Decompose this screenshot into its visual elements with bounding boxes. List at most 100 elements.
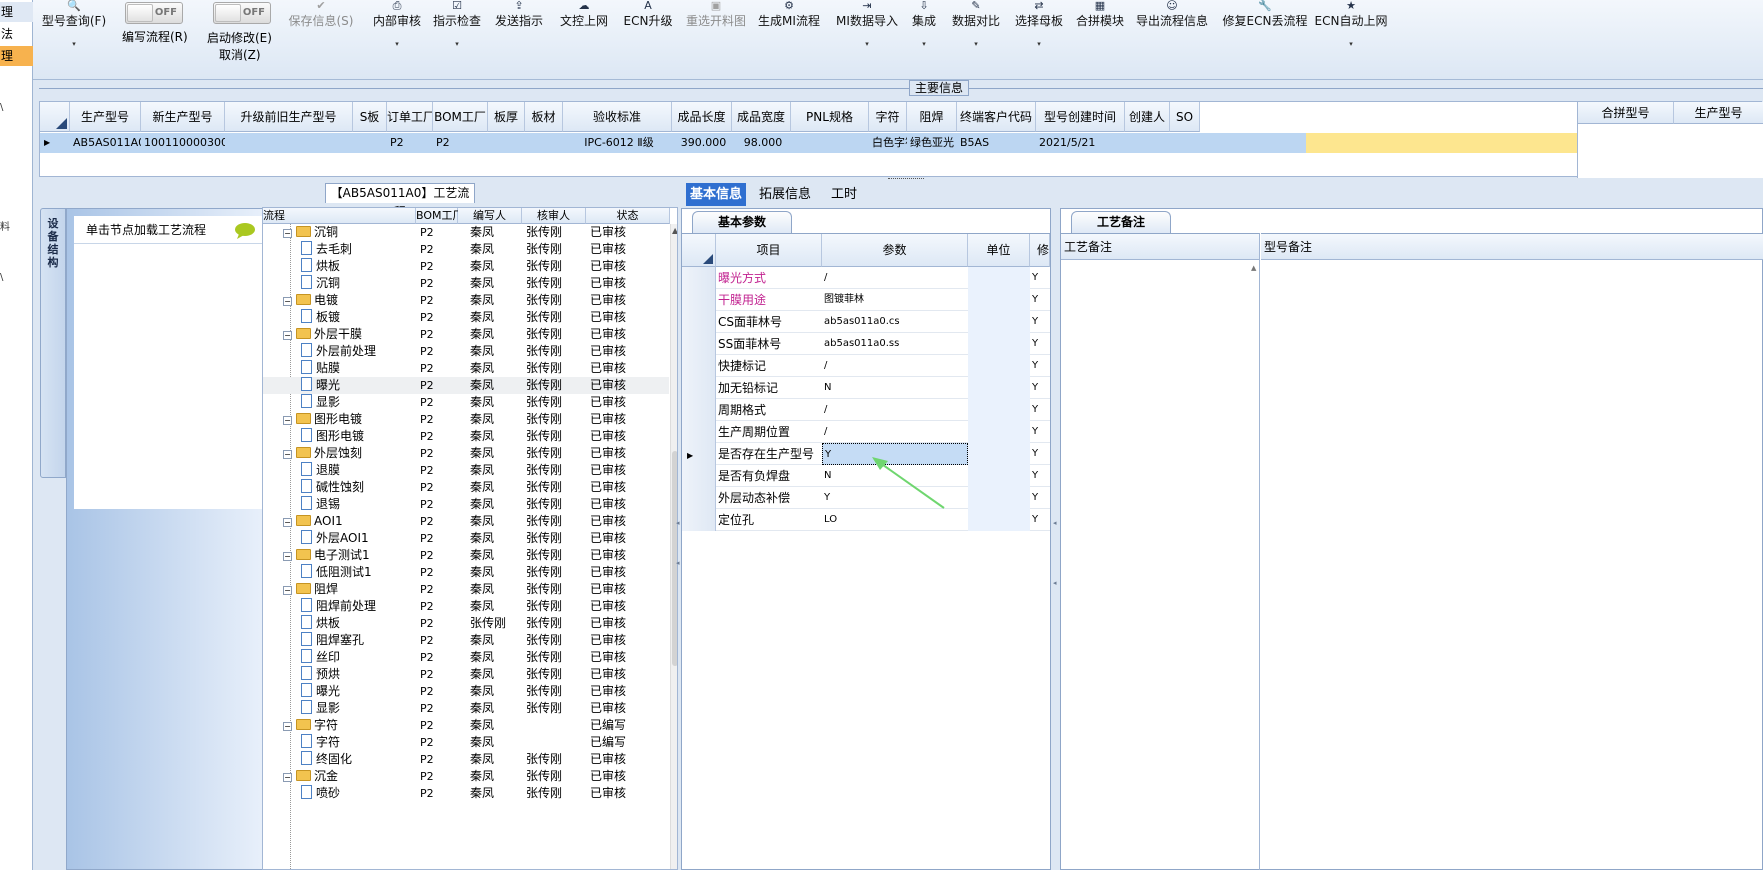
param-value-cell[interactable]: ab5as011a0.cs xyxy=(822,311,968,333)
toolbar-button-wrench[interactable]: 🔧 修复ECN丢流程 xyxy=(1220,0,1310,29)
main-col-header[interactable]: 验收标准 xyxy=(563,102,672,132)
main-col-header[interactable]: SO xyxy=(1170,102,1200,132)
splitter-grip-icon[interactable]: ◂ xyxy=(676,520,680,527)
param-value-cell[interactable]: / xyxy=(822,355,968,377)
param-unit-cell[interactable] xyxy=(968,509,1030,531)
tab-extended-info[interactable]: 拓展信息 xyxy=(753,183,817,206)
toolbar-button-grid[interactable]: ▦ 合拼模块 xyxy=(1072,0,1128,29)
tab-work-hours[interactable]: 工时 xyxy=(822,183,866,206)
flow-row[interactable]: − 电镀 P2 秦凤 张传刚 已审核 xyxy=(263,292,669,309)
left-nav-item-active[interactable]: 理 xyxy=(0,46,33,66)
param-modify-cell[interactable]: Y xyxy=(1030,289,1050,311)
toolbar-button-search[interactable]: 🔍 型号查询(F) ▾ xyxy=(37,0,111,59)
main-cell[interactable] xyxy=(525,133,563,153)
horizontal-splitter-grip[interactable] xyxy=(888,178,924,181)
param-value-cell[interactable]: / xyxy=(822,421,968,443)
flow-row[interactable]: − 沉金 P2 秦凤 张传刚 已审核 xyxy=(263,768,669,785)
main-cell[interactable]: 98.000 xyxy=(732,133,791,153)
param-row[interactable]: 快捷标记 / Y xyxy=(682,355,1050,377)
collapse-icon[interactable]: − xyxy=(283,552,292,561)
param-row[interactable]: 干膜用途 图镀菲林 Y xyxy=(682,289,1050,311)
collapse-icon[interactable]: − xyxy=(283,773,292,782)
main-col-header[interactable]: PNL规格 xyxy=(791,102,869,132)
flow-col-header[interactable]: 核审人 xyxy=(522,208,586,224)
chevron-down-icon[interactable]: ▾ xyxy=(37,29,111,59)
flow-row[interactable]: 阻焊前处理 P2 秦凤 张传刚 已审核 xyxy=(263,598,669,615)
main-col-header[interactable]: 新生产型号 xyxy=(141,102,225,132)
param-unit-cell[interactable] xyxy=(968,311,1030,333)
param-unit-cell[interactable] xyxy=(968,333,1030,355)
modify-column-header[interactable]: 修 xyxy=(1030,234,1050,267)
left-nav-item[interactable]: 法 xyxy=(0,24,33,44)
param-modify-cell[interactable]: Y xyxy=(1030,377,1050,399)
main-cell[interactable]: P2 xyxy=(387,133,433,153)
main-cell[interactable]: 390.000 xyxy=(672,133,732,153)
flow-row[interactable]: 去毛刺 P2 秦凤 张传刚 已审核 xyxy=(263,241,669,258)
flow-col-header[interactable]: 编写人 xyxy=(458,208,522,224)
chevron-down-icon[interactable]: ▾ xyxy=(948,29,1004,59)
collapse-icon[interactable]: − xyxy=(283,518,292,527)
flow-col-header[interactable]: BOM工厂 xyxy=(416,208,464,224)
tab-basic-info[interactable]: 基本信息 xyxy=(686,183,746,206)
main-cell[interactable]: IPC-6012 Ⅱ级 xyxy=(563,133,672,153)
main-cell[interactable]: P2 xyxy=(433,133,488,153)
main-cell[interactable] xyxy=(225,133,353,153)
param-modify-cell[interactable]: Y xyxy=(1030,443,1050,465)
param-row[interactable]: 加无铅标记 N Y xyxy=(682,377,1050,399)
main-cell[interactable] xyxy=(353,133,387,153)
main-col-header[interactable]: 生产型号 xyxy=(70,102,141,132)
param-value-cell[interactable]: ab5as011a0.ss xyxy=(822,333,968,355)
main-col-header[interactable]: 创建人 xyxy=(1125,102,1170,132)
toolbar-button-check[interactable]: ☑ 指示检查 ▾ xyxy=(431,0,483,59)
flow-row[interactable]: 低阻测试1 P2 秦凤 张传刚 已审核 xyxy=(263,564,669,581)
splitter-grip-icon[interactable]: ◂ xyxy=(1053,520,1057,527)
param-modify-cell[interactable]: Y xyxy=(1030,465,1050,487)
main-col-header[interactable]: 阻焊 xyxy=(907,102,957,132)
param-modify-cell[interactable]: Y xyxy=(1030,311,1050,333)
flow-row[interactable]: − 字符 P2 秦凤 已编写 xyxy=(263,717,669,734)
param-value-cell[interactable]: / xyxy=(822,399,968,421)
param-modify-cell[interactable]: Y xyxy=(1030,487,1050,509)
flow-row[interactable]: 显影 P2 秦凤 张传刚 已审核 xyxy=(263,700,669,717)
flow-row[interactable]: 烘板 P2 张传刚 张传刚 已审核 xyxy=(263,615,669,632)
speech-bubble-icon[interactable] xyxy=(234,222,256,240)
flow-row[interactable]: 曝光 P2 秦凤 张传刚 已审核 xyxy=(263,377,669,394)
param-unit-cell[interactable] xyxy=(968,399,1030,421)
flow-row[interactable]: 终固化 P2 秦凤 张传刚 已审核 xyxy=(263,751,669,768)
toolbar-button-cloud-upload[interactable]: ☁ 文控上网 xyxy=(557,0,611,29)
process-notes-area[interactable]: 工艺备注 ▲ xyxy=(1061,233,1260,870)
main-col-header[interactable]: 字符 xyxy=(869,102,907,132)
toolbar-button-gears[interactable]: ⚙ 生成MI流程 xyxy=(755,0,823,29)
param-column-header[interactable]: 参数 xyxy=(822,234,968,267)
merge-production-model-header[interactable]: 生产型号 xyxy=(1674,102,1763,124)
flow-row[interactable]: 图形电镀 P2 秦凤 张传刚 已审核 xyxy=(263,428,669,445)
flow-row[interactable]: 退锡 P2 秦凤 张传刚 已审核 xyxy=(263,496,669,513)
main-cell[interactable]: B5AS xyxy=(957,133,1036,153)
main-cell[interactable] xyxy=(1125,133,1170,153)
main-col-header[interactable]: 成品长度 xyxy=(672,102,732,132)
flow-row[interactable]: 预烘 P2 秦凤 张传刚 已审核 xyxy=(263,666,669,683)
param-modify-cell[interactable]: Y xyxy=(1030,509,1050,531)
param-modify-cell[interactable]: Y xyxy=(1030,333,1050,355)
param-value-cell[interactable]: / xyxy=(822,267,968,289)
flow-row[interactable]: 字符 P2 秦凤 已编写 xyxy=(263,734,669,751)
param-value-cell[interactable]: 图镀菲林 xyxy=(822,289,968,311)
flow-row[interactable]: − 外层干膜 P2 秦凤 张传刚 已审核 xyxy=(263,326,669,343)
param-unit-cell[interactable] xyxy=(968,355,1030,377)
param-unit-cell[interactable] xyxy=(968,465,1030,487)
chevron-down-icon[interactable]: ▾ xyxy=(371,29,423,59)
splitter-grip-icon[interactable]: ◂ xyxy=(676,560,680,567)
main-cell[interactable]: 绿色亚光 xyxy=(907,133,957,153)
process-notes-tab[interactable]: 工艺备注 xyxy=(1071,211,1171,233)
collapse-icon[interactable]: − xyxy=(283,450,292,459)
param-unit-cell[interactable] xyxy=(968,487,1030,509)
chevron-down-icon[interactable]: ▾ xyxy=(907,29,941,59)
param-unit-cell[interactable] xyxy=(968,421,1030,443)
flow-row[interactable]: 阻焊塞孔 P2 秦凤 张传刚 已审核 xyxy=(263,632,669,649)
flow-row[interactable]: 碱性蚀刻 P2 秦凤 张传刚 已审核 xyxy=(263,479,669,496)
param-modify-cell[interactable]: Y xyxy=(1030,421,1050,443)
toolbar-button-star[interactable]: ★ ECN自动上网 ▾ xyxy=(1311,0,1391,59)
param-unit-cell[interactable] xyxy=(968,443,1030,465)
main-cell[interactable]: 白色字符 xyxy=(869,133,907,153)
main-cell[interactable] xyxy=(791,133,869,153)
